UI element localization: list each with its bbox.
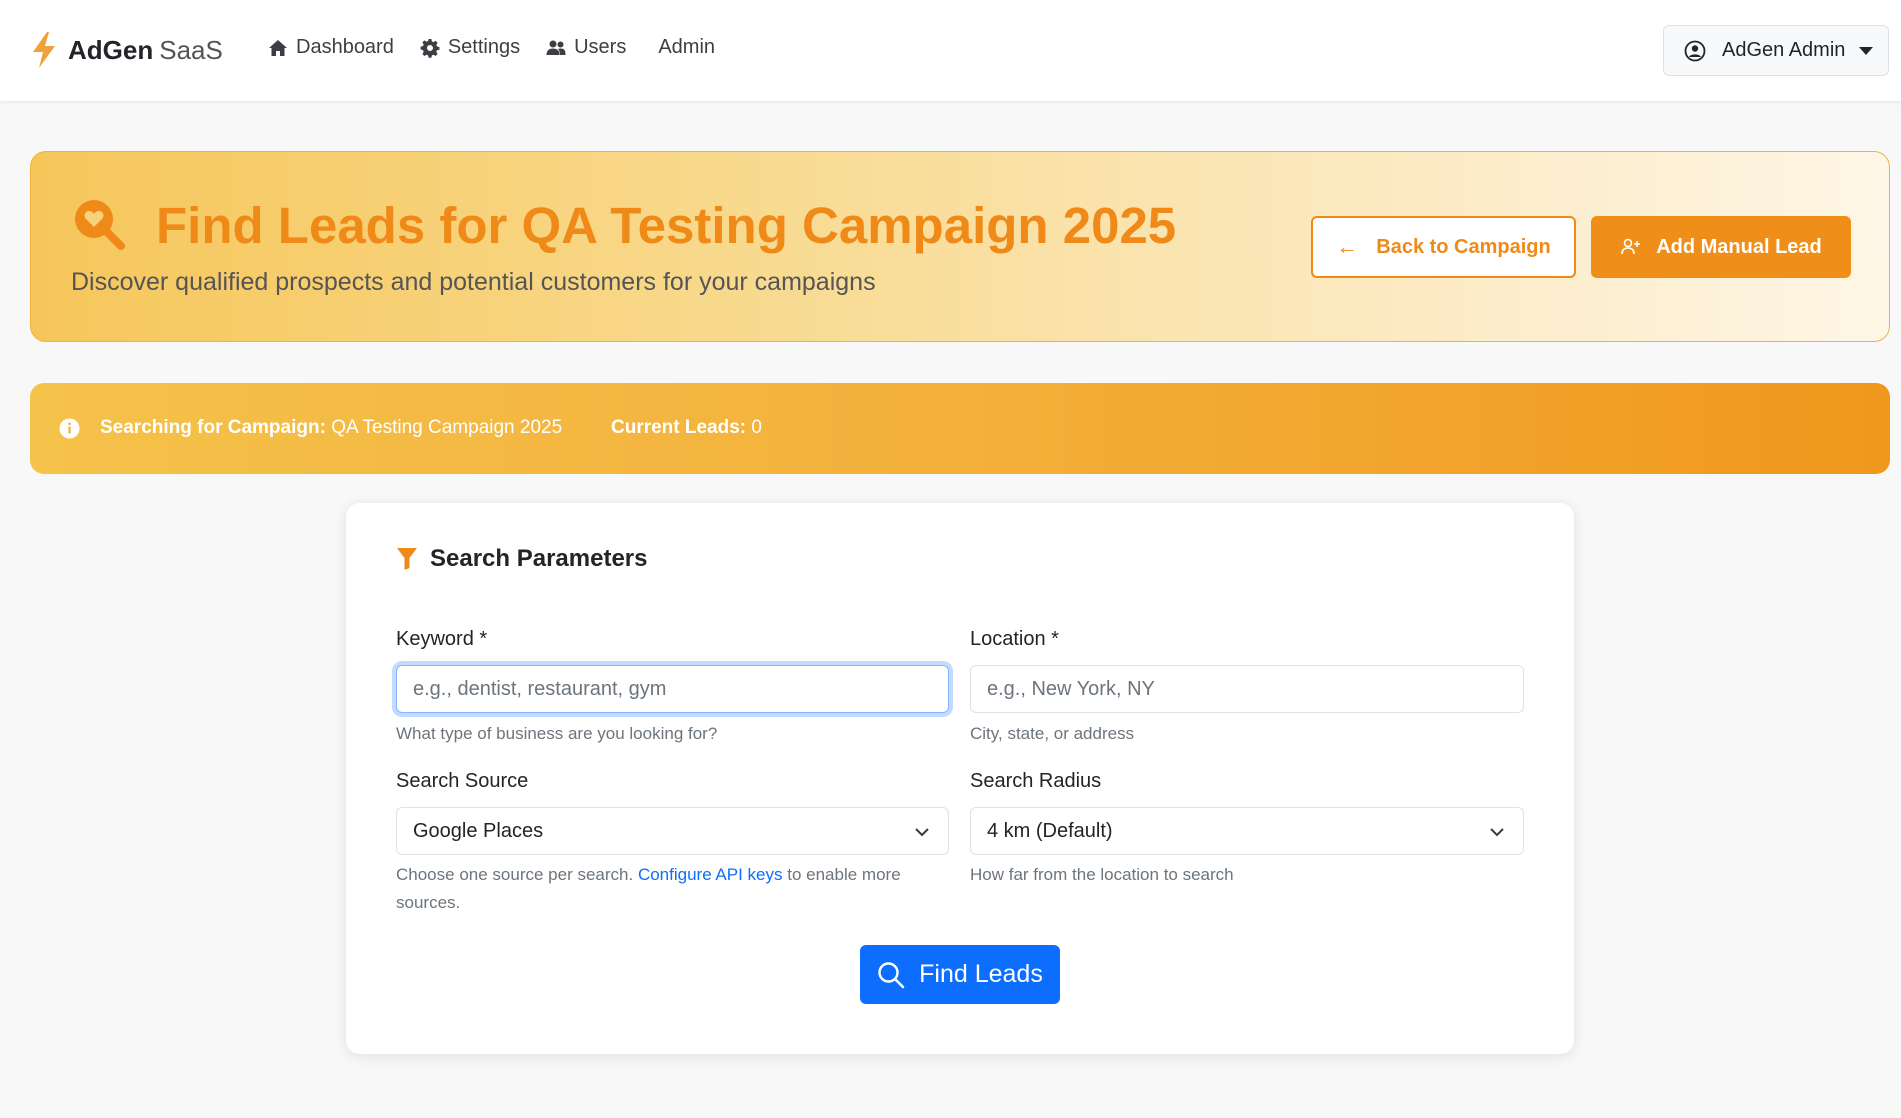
campaign-info: Searching for Campaign: QA Testing Campa…	[100, 417, 562, 439]
campaign-label: Searching for Campaign:	[100, 417, 326, 438]
search-parameters-card: Search Parameters Keyword * What type of…	[346, 503, 1574, 1054]
campaign-value: QA Testing Campaign 2025	[331, 417, 563, 438]
nav-link-label: Settings	[447, 36, 521, 58]
person-plus-icon	[1621, 238, 1641, 255]
nav-link-label: Users	[574, 36, 627, 58]
nav-link-dashboard[interactable]: Dashboard	[268, 36, 394, 59]
add-button-label: Add Manual Lead	[1656, 235, 1822, 258]
arrow-left-icon: ←	[1336, 234, 1359, 259]
search-source-help: Choose one source per search. Configure …	[396, 861, 936, 917]
nav-link-users[interactable]: Users	[546, 36, 626, 59]
add-manual-lead-button[interactable]: Add Manual Lead	[1591, 216, 1851, 278]
brand-suffix: SaaS	[159, 34, 223, 65]
nav-links: Dashboard Settings Users Admin	[268, 36, 741, 59]
card-title-text: Search Parameters	[430, 545, 648, 572]
user-menu-button[interactable]: AdGen Admin	[1663, 25, 1889, 76]
chevron-down-icon	[915, 828, 929, 837]
search-icon	[878, 961, 905, 988]
caret-down-icon	[1859, 46, 1874, 55]
filter-icon	[397, 548, 417, 570]
current-leads-value: 0	[751, 417, 762, 438]
page-header: Find Leads for QA Testing Campaign 2025 …	[30, 151, 1890, 342]
nav-link-label: Dashboard	[296, 36, 394, 58]
keyword-label: Keyword *	[396, 628, 488, 650]
source-help-prefix: Choose one source per search.	[396, 865, 634, 884]
home-icon	[269, 39, 287, 56]
back-button-label: Back to Campaign	[1376, 235, 1551, 258]
location-help: City, state, or address	[970, 724, 1135, 743]
keyword-input[interactable]	[396, 665, 949, 713]
user-circle-icon	[1684, 40, 1706, 61]
nav-link-label: Admin	[658, 36, 716, 58]
location-label: Location *	[970, 628, 1059, 650]
keyword-help: What type of business are you looking fo…	[396, 724, 718, 743]
info-circle-icon	[59, 418, 80, 439]
search-radius-select[interactable]: 4 km (Default)	[970, 807, 1524, 855]
search-source-value: Google Places	[413, 819, 544, 842]
search-source-label: Search Source	[396, 770, 529, 792]
card-title: Search Parameters	[396, 545, 647, 573]
gear-icon	[420, 38, 440, 58]
search-radius-label: Search Radius	[970, 770, 1102, 792]
nav-link-settings[interactable]: Settings	[420, 36, 520, 59]
search-radius-value: 4 km (Default)	[987, 819, 1113, 842]
search-source-select[interactable]: Google Places	[396, 807, 949, 855]
page-subtitle: Discover qualified prospects and potenti…	[71, 268, 876, 296]
find-leads-button[interactable]: Find Leads	[860, 945, 1060, 1004]
nav-link-admin[interactable]: Admin	[658, 36, 715, 59]
configure-api-keys-link[interactable]: Configure API keys	[638, 865, 783, 884]
user-menu-label: AdGen Admin	[1722, 39, 1846, 61]
search-radius-help: How far from the location to search	[970, 865, 1234, 884]
chevron-down-icon	[1490, 828, 1504, 837]
users-icon	[546, 40, 566, 55]
current-leads-label: Current Leads:	[611, 417, 747, 438]
current-leads-info: Current Leads: 0	[611, 417, 762, 439]
back-to-campaign-button[interactable]: ← Back to Campaign	[1311, 216, 1576, 278]
location-input[interactable]	[970, 665, 1524, 713]
brand-name: AdGen	[68, 34, 154, 65]
page-title: Find Leads for QA Testing Campaign 2025	[156, 197, 1177, 254]
top-navbar: AdGen SaaS Dashboard Settings Users Admi…	[0, 0, 1901, 101]
campaign-info-alert: Searching for Campaign: QA Testing Campa…	[30, 383, 1890, 474]
brand-logo[interactable]: AdGen SaaS	[30, 32, 223, 68]
search-heart-icon	[75, 200, 125, 250]
find-leads-label: Find Leads	[919, 960, 1043, 988]
lightning-icon	[33, 32, 55, 68]
